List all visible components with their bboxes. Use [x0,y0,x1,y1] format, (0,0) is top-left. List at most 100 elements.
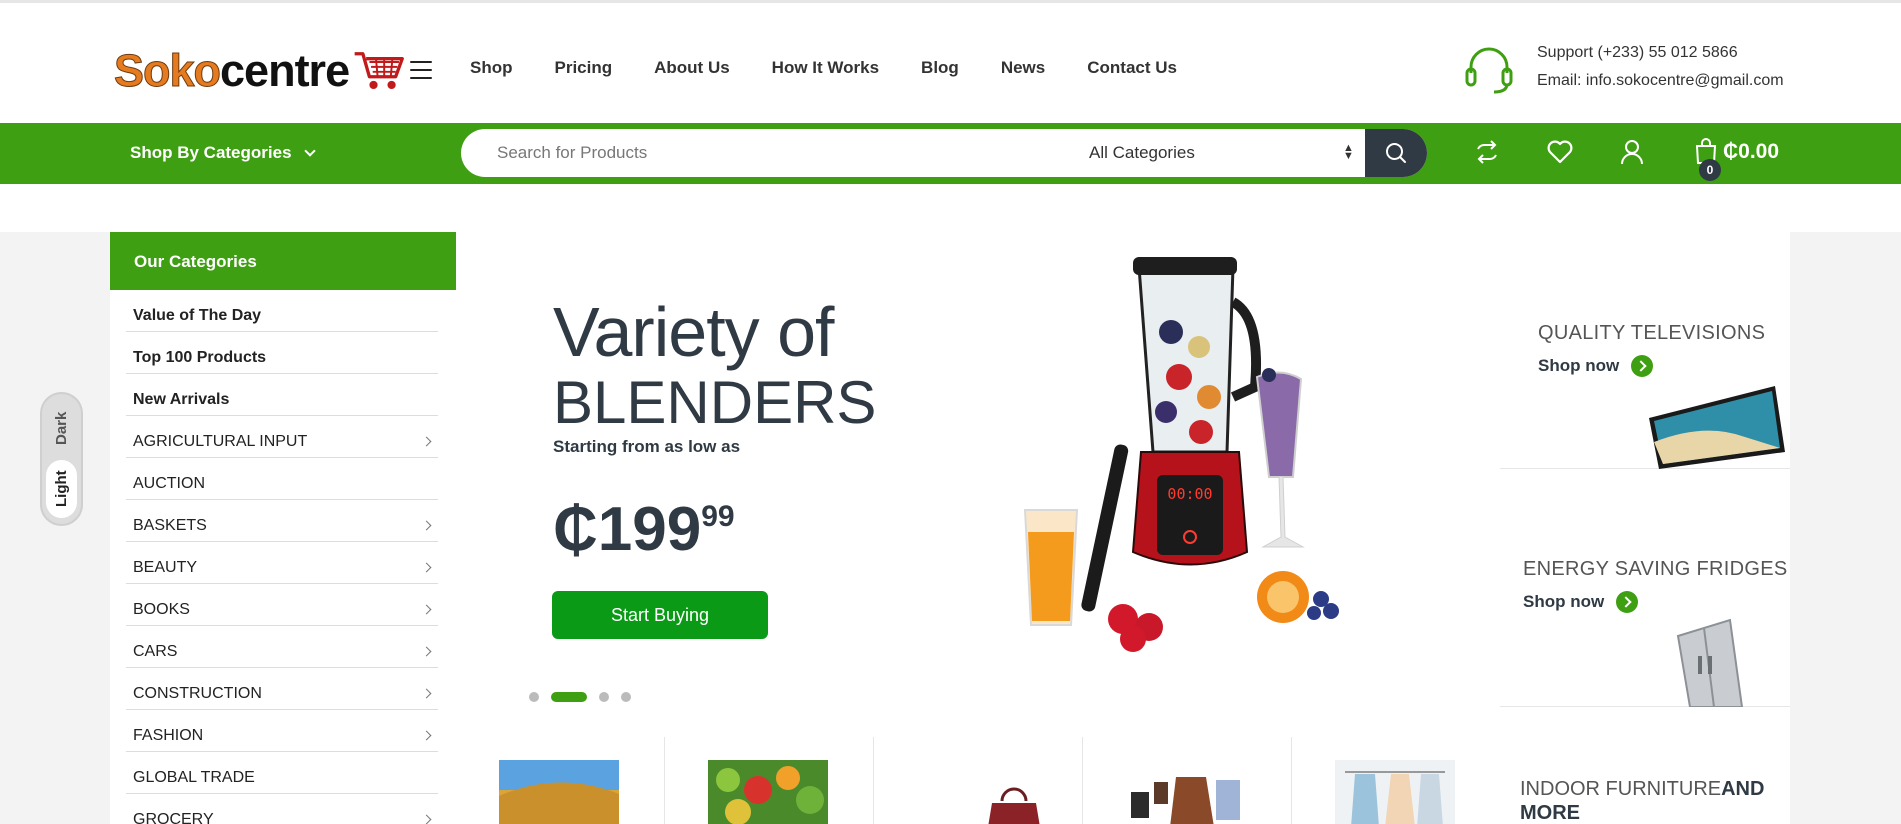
nav-contact-us[interactable]: Contact Us [1087,58,1177,78]
account-button[interactable] [1620,139,1644,170]
chevron-right-icon [421,562,432,573]
light-mode-option[interactable]: Light [46,460,77,518]
chevron-right-icon [421,520,432,531]
start-buying-button[interactable]: Start Buying [552,591,768,639]
shop-now-link[interactable]: Shop now [1523,591,1788,613]
menu-hamburger-icon[interactable] [410,61,432,79]
category-label: BEAUTY [133,559,198,576]
category-thumb-fashion[interactable] [1083,737,1292,824]
promo-column: QUALITY TELEVISIONS Shop now ENERGY SAVI… [1500,232,1790,824]
category-select[interactable]: All Categories ▲ ▼ [1089,143,1369,163]
category-thumb-grocery[interactable] [665,737,874,824]
slide-dot-2[interactable] [551,692,587,702]
category-grocery[interactable]: GROCERY [126,794,438,824]
wishlist-button[interactable] [1546,139,1574,170]
category-search-bar: Shop By Categories All Categories ▲▼ 0 ₵0… [0,123,1901,184]
category-label: Value of The Day [133,307,262,324]
promo-fridges[interactable]: ENERGY SAVING FRIDGES Shop now [1500,469,1790,707]
category-global-trade[interactable]: GLOBAL TRADE [126,752,438,794]
nav-news[interactable]: News [1001,58,1045,78]
chevron-right-icon [421,436,432,447]
dark-mode-option[interactable]: Dark [46,400,77,456]
theme-toggle[interactable]: Dark Light [40,392,83,526]
search-button[interactable] [1365,129,1427,177]
slide-dot-3[interactable] [599,692,609,702]
shop-by-categories-button[interactable]: Shop By Categories [130,143,316,163]
user-icon [1621,140,1643,165]
headset-icon [1465,47,1513,94]
category-label: GROCERY [133,811,214,824]
arrow-right-circle-icon [1616,591,1639,613]
slide-dot-4[interactable] [621,692,631,702]
chevron-right-icon [421,814,432,824]
category-books[interactable]: BOOKS [126,584,438,626]
category-auction[interactable]: AUCTION [126,458,438,500]
search-form: All Categories ▲▼ [461,129,1427,177]
category-thumb-bags[interactable] [874,737,1083,824]
logo[interactable]: Soko centre [113,41,404,101]
nav-about-us[interactable]: About Us [654,58,730,78]
hero-slider: Variety of BLENDERS Starting from as low… [456,232,1500,737]
promo-title-more: MORE [1520,802,1580,824]
promo-title-part: INDOOR FURNITURE [1520,778,1722,800]
blender-display-text: 00:00 [1167,485,1212,503]
select-arrows-icon: ▲ ▼ [1343,142,1354,162]
promo-title: INDOOR FURNITUREAND [1520,778,1764,801]
hero-title-line2: BLENDERS [553,369,877,436]
hero-subtitle: Starting from as low as [553,437,741,456]
hero-price: ₵19999 [553,494,735,565]
category-sidebar: Our Categories Value of The Day Top 100 … [110,232,456,824]
chevron-right-icon [421,730,432,741]
slider-dots [529,692,631,702]
nav-pricing[interactable]: Pricing [555,58,613,78]
category-cars[interactable]: CARS [126,626,438,668]
blender-product-image: 00:00 [1023,257,1339,652]
clothes-rack-image [1335,760,1455,824]
category-select-value: All Categories [1089,143,1195,162]
shop-now-link[interactable]: Shop now [1538,355,1765,377]
compare-button[interactable] [1474,139,1500,170]
category-baskets[interactable]: BASKETS [126,500,438,542]
hero-title-line1: Variety of [553,293,834,371]
support-email[interactable]: Email: info.sokocentre@gmail.com [1537,72,1784,90]
support-info: Support (+233) 55 012 5866 Email: info.s… [1462,39,1901,99]
category-construction[interactable]: CONSTRUCTION [126,668,438,710]
television-image [1649,386,1785,469]
category-thumb-agriculture[interactable] [456,737,665,824]
category-label: GLOBAL TRADE [133,769,255,786]
cart-count-badge: 0 [1699,159,1721,181]
promo-furniture[interactable]: INDOOR FURNITUREAND MORE [1500,707,1790,824]
promo-title: ENERGY SAVING FRIDGES [1523,558,1788,580]
support-phone[interactable]: Support (+233) 55 012 5866 [1537,44,1738,62]
category-value-of-the-day[interactable]: Value of The Day [126,290,438,332]
category-new-arrivals[interactable]: New Arrivals [126,374,438,416]
promo-title: QUALITY TELEVISIONS [1538,322,1766,344]
category-fashion[interactable]: FASHION [126,710,438,752]
search-icon [1386,143,1406,163]
price-main: ₵199 [553,495,702,564]
category-label: CONSTRUCTION [133,685,262,702]
slide-dot-1[interactable] [529,692,539,702]
category-beauty[interactable]: BEAUTY [126,542,438,584]
nav-how-it-works[interactable]: How It Works [772,58,879,78]
category-thumbnails [456,737,1500,824]
nav-shop[interactable]: Shop [470,58,513,78]
category-agricultural-input[interactable]: AGRICULTURAL INPUT [126,416,438,458]
category-label: AGRICULTURAL INPUT [133,433,308,450]
wheat-field-image [499,760,619,824]
compare-icon [1477,140,1497,164]
promo-title-bold: AND [1721,778,1765,800]
chevron-right-icon [421,604,432,615]
chevron-right-icon [421,688,432,699]
category-thumb-clothing[interactable] [1292,737,1500,824]
shop-by-categories-label: Shop By Categories [130,143,292,162]
cart-total[interactable]: ₵0.00 [1723,140,1779,164]
fashion-items-image [1131,777,1240,824]
nav-blog[interactable]: Blog [921,58,959,78]
category-top-100-products[interactable]: Top 100 Products [126,332,438,374]
chevron-right-icon [421,646,432,657]
category-label: New Arrivals [133,391,230,408]
category-list: Value of The Day Top 100 Products New Ar… [126,290,438,824]
promo-televisions[interactable]: QUALITY TELEVISIONS Shop now [1500,232,1790,469]
search-input[interactable] [497,129,1037,177]
